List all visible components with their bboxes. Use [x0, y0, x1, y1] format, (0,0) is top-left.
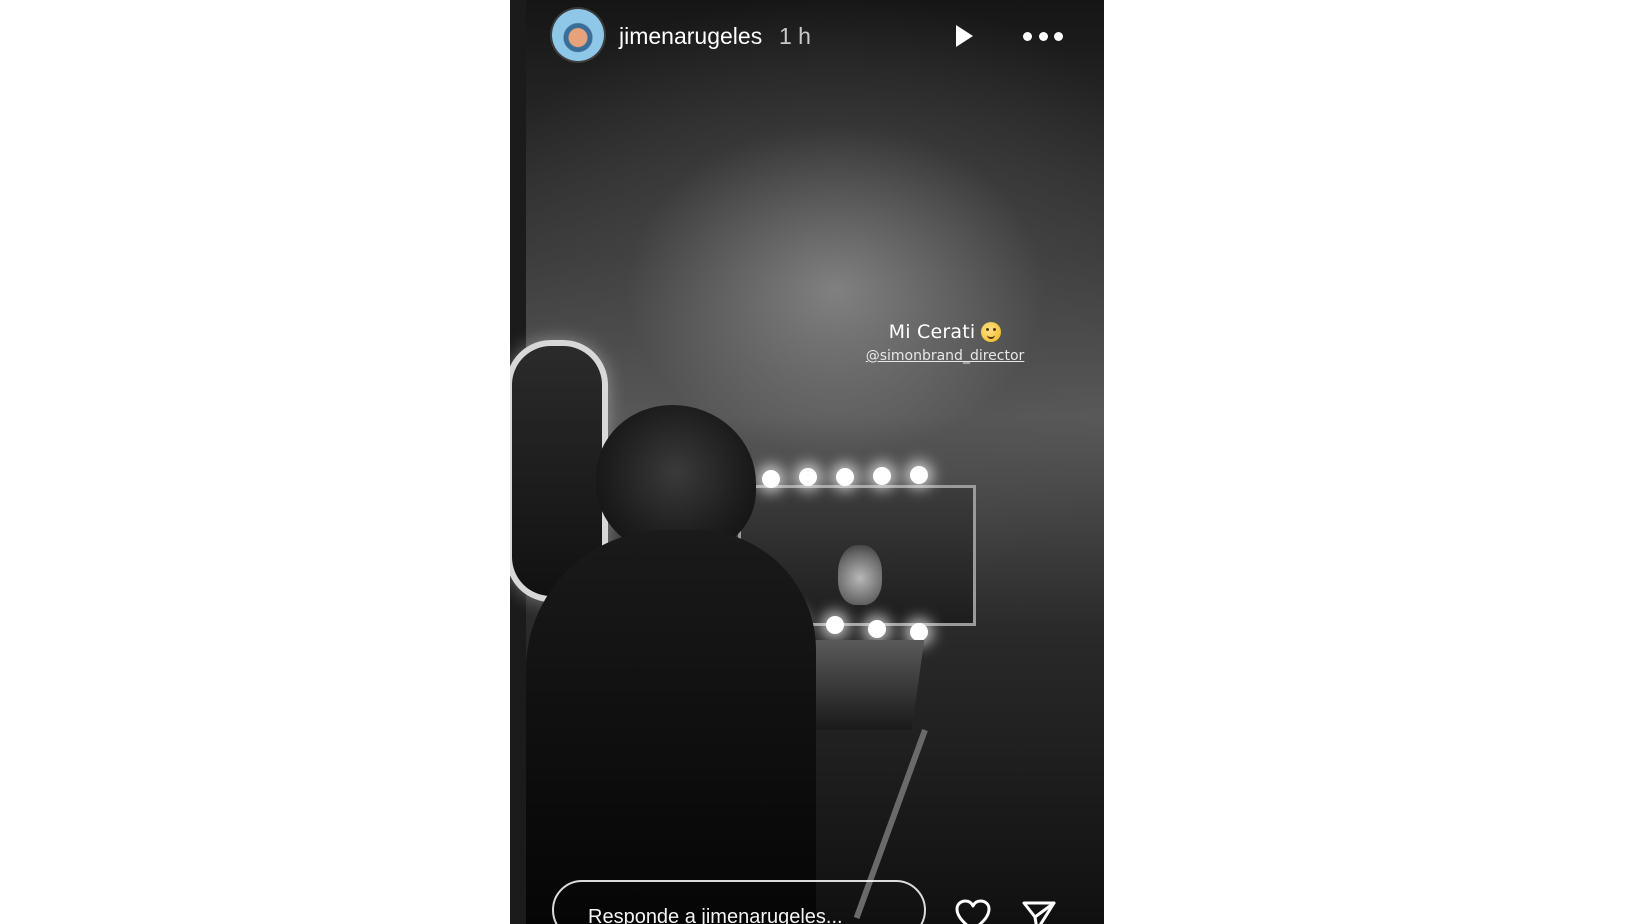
reply-input[interactable] [588, 906, 898, 924]
person-silhouette [526, 530, 816, 924]
share-button[interactable] [1019, 896, 1059, 924]
story-caption: Mi Cerati @simonbrand_director [850, 320, 1040, 365]
caption-text: Mi Cerati [888, 321, 976, 343]
username[interactable]: jimenarugeles [619, 23, 762, 49]
story-header: jimenarugeles 1 h [510, 0, 1104, 72]
mirror-bulb [910, 623, 928, 641]
mirror-bulb [836, 468, 854, 486]
mirror-bulb [873, 467, 891, 485]
reply-field[interactable] [552, 880, 926, 924]
post-time: 1 h [779, 23, 811, 49]
mirror-bulb [799, 468, 817, 486]
play-icon [952, 23, 976, 49]
more-options-button[interactable] [1023, 25, 1063, 47]
page: jimenarugeles 1 h Mi Cerati @simonbrand_… [0, 0, 1640, 924]
mirror-bulb [868, 620, 886, 638]
mirror-bulb [762, 470, 780, 488]
like-button[interactable] [953, 896, 993, 924]
mention-link[interactable]: @simonbrand_director [850, 348, 1040, 365]
more-dot [1038, 31, 1048, 41]
avatar[interactable] [552, 9, 604, 61]
mirror-bulb [910, 466, 928, 484]
mirror-bulb [826, 616, 844, 634]
story-viewer[interactable]: jimenarugeles 1 h Mi Cerati @simonbrand_… [510, 0, 1104, 924]
smiling-face-emoji [981, 322, 1002, 342]
play-button[interactable] [950, 22, 978, 50]
mirror-reflection [838, 545, 882, 605]
caption-line: Mi Cerati [889, 320, 1002, 344]
more-dot [1054, 31, 1063, 41]
more-dot [1023, 31, 1032, 41]
story-photo [510, 0, 1104, 924]
